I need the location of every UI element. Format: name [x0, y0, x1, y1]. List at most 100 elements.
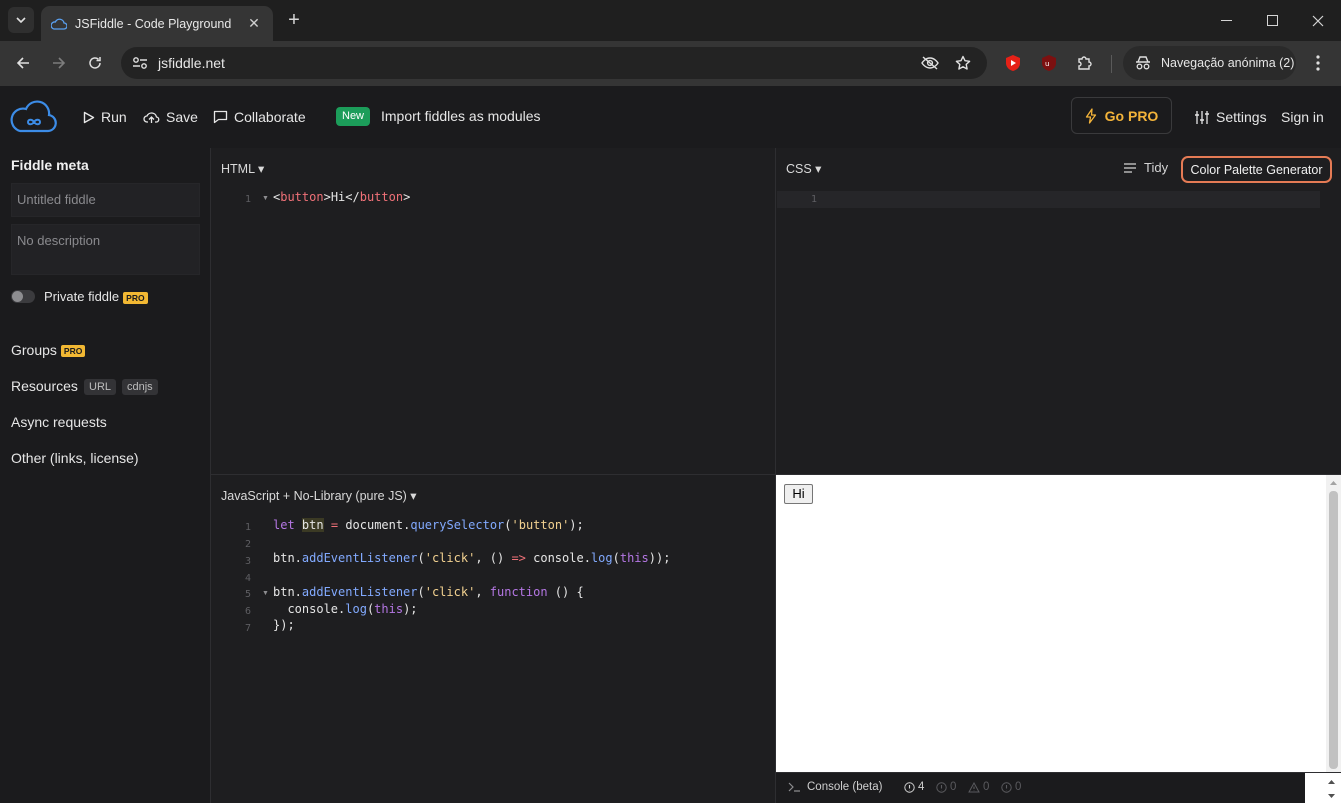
- fiddle-title-placeholder: Untitled fiddle: [17, 192, 96, 207]
- save-button[interactable]: Save: [143, 105, 198, 129]
- reload-button[interactable]: [81, 49, 109, 77]
- fiddle-description-input[interactable]: No description: [11, 224, 200, 275]
- info-count: 0: [950, 781, 957, 793]
- fold-arrow-icon[interactable]: ▼: [262, 590, 269, 597]
- line-number: 2: [244, 539, 251, 550]
- css-language-dropdown[interactable]: CSS ▾: [786, 161, 821, 176]
- more-vertical-icon: [1316, 55, 1320, 71]
- other-label: Other (links, license): [11, 450, 139, 466]
- console-label: Console (beta): [807, 781, 883, 793]
- console-error-count[interactable]: 0: [1001, 781, 1021, 793]
- incognito-label: Navegação anónima (2): [1161, 56, 1295, 70]
- tab-close-icon[interactable]: ✕: [245, 15, 263, 32]
- scroll-down-icon[interactable]: [1324, 790, 1339, 802]
- collaborate-button[interactable]: Collaborate: [213, 105, 306, 129]
- maximize-button[interactable]: [1249, 0, 1295, 41]
- result-frame[interactable]: Hi: [776, 475, 1341, 772]
- pro-badge: PRO: [60, 345, 86, 358]
- html-editor-pane[interactable]: HTML ▾ 1 ▼ <button>Hi</button>: [211, 148, 775, 474]
- browser-tab[interactable]: JSFiddle - Code Playground ✕: [41, 6, 273, 41]
- resource-chip-cdnjs[interactable]: cdnjs: [122, 379, 158, 395]
- ublock-extension-icon[interactable]: u: [1038, 52, 1060, 74]
- tidy-label: Tidy: [1144, 160, 1169, 175]
- go-pro-label: Go PRO: [1104, 107, 1159, 124]
- scroll-up-icon[interactable]: [1326, 477, 1341, 489]
- tracking-protection-icon[interactable]: [920, 53, 940, 73]
- line-number: 1: [244, 194, 251, 205]
- scrollbar-thumb[interactable]: [1329, 491, 1338, 769]
- extensions-puzzle-icon[interactable]: [1074, 52, 1096, 74]
- back-button[interactable]: [9, 49, 37, 77]
- sidebar-item-other[interactable]: Other (links, license): [11, 450, 139, 466]
- jsfiddle-favicon-icon: [51, 16, 67, 32]
- tune-icon: [133, 57, 147, 69]
- close-window-button[interactable]: [1295, 0, 1341, 41]
- color-palette-generator-button[interactable]: Color Palette Generator: [1181, 156, 1332, 183]
- chevron-down-icon: [16, 17, 26, 23]
- youtube-extension-icon[interactable]: [1002, 52, 1024, 74]
- browser-menu-button[interactable]: [1307, 52, 1329, 74]
- forward-button[interactable]: [45, 49, 73, 77]
- sidebar-item-resources[interactable]: Resources: [11, 378, 78, 394]
- arrow-left-icon: [16, 57, 29, 69]
- settings-button[interactable]: Settings: [1194, 105, 1267, 129]
- align-lines-icon: [1124, 162, 1136, 173]
- console-warning-count[interactable]: 0: [968, 781, 989, 793]
- tidy-button[interactable]: Tidy: [1124, 160, 1168, 175]
- tab-search-button[interactable]: [8, 7, 34, 33]
- sidebar-item-groups[interactable]: Groups PRO: [11, 342, 86, 358]
- bookmark-star-icon[interactable]: [953, 53, 973, 73]
- line-number: 4: [244, 573, 251, 584]
- info-circle-icon: [936, 781, 947, 793]
- lightning-icon: [1085, 107, 1096, 124]
- sign-in-label: Sign in: [1281, 109, 1324, 125]
- announcement-link[interactable]: Import fiddles as modules: [381, 108, 541, 124]
- console-bar: Console (beta) 4 0 0 0: [776, 772, 1341, 803]
- collaborate-label: Collaborate: [234, 109, 306, 125]
- line-number: 1: [244, 522, 251, 533]
- fold-arrow-icon[interactable]: ▼: [262, 195, 269, 202]
- html-language-dropdown[interactable]: HTML ▾: [221, 161, 264, 176]
- result-hi-button[interactable]: Hi: [784, 484, 813, 504]
- minimize-button[interactable]: [1203, 0, 1249, 41]
- private-fiddle-text: Private fiddle: [44, 289, 120, 304]
- private-fiddle-label: Private fiddle PRO: [44, 289, 148, 304]
- settings-label: Settings: [1216, 109, 1267, 125]
- terminal-icon: [788, 782, 800, 792]
- console-scrollbar[interactable]: [1305, 773, 1341, 803]
- log-count: 4: [918, 781, 925, 793]
- line-number: 5: [244, 589, 251, 600]
- console-toggle[interactable]: Console (beta): [788, 781, 882, 793]
- js-language-dropdown[interactable]: JavaScript + No-Library (pure JS) ▾: [221, 488, 417, 503]
- go-pro-button[interactable]: Go PRO: [1071, 97, 1172, 134]
- sign-in-button[interactable]: Sign in: [1281, 105, 1324, 129]
- address-bar[interactable]: jsfiddle.net: [121, 47, 987, 79]
- pro-badge: PRO: [123, 291, 148, 304]
- toggle-knob: [12, 291, 23, 302]
- browser-toolbar: jsfiddle.net u 3 Navegação anónima (2): [0, 41, 1341, 116]
- url-text: jsfiddle.net: [158, 55, 225, 71]
- resource-chip-url[interactable]: URL: [84, 379, 117, 395]
- run-label: Run: [101, 109, 127, 125]
- sidebar-item-async[interactable]: Async requests: [11, 414, 107, 430]
- play-icon: [83, 111, 95, 123]
- incognito-button[interactable]: Navegação anónima (2): [1123, 46, 1296, 80]
- maximize-icon: [1266, 15, 1278, 26]
- private-fiddle-toggle[interactable]: [11, 290, 35, 303]
- incognito-icon: [1136, 56, 1150, 70]
- scroll-up-icon[interactable]: [1324, 776, 1339, 788]
- new-tab-button[interactable]: +: [284, 9, 304, 31]
- site-info-button[interactable]: [128, 51, 152, 75]
- jsfiddle-logo[interactable]: [10, 100, 58, 134]
- resources-label: Resources: [11, 378, 78, 394]
- console-log-count[interactable]: 4: [904, 781, 924, 793]
- app-header: Run Save Collaborate New Import fiddles …: [0, 86, 1341, 148]
- line-number: 3: [244, 556, 251, 567]
- run-button[interactable]: Run: [83, 105, 127, 129]
- result-scrollbar[interactable]: [1326, 475, 1341, 772]
- fiddle-title-input[interactable]: Untitled fiddle: [11, 183, 200, 217]
- console-info-count[interactable]: 0: [936, 781, 956, 793]
- reload-icon: [89, 57, 101, 69]
- html-code: <button>Hi</button>: [273, 190, 411, 204]
- new-badge: New: [336, 107, 371, 126]
